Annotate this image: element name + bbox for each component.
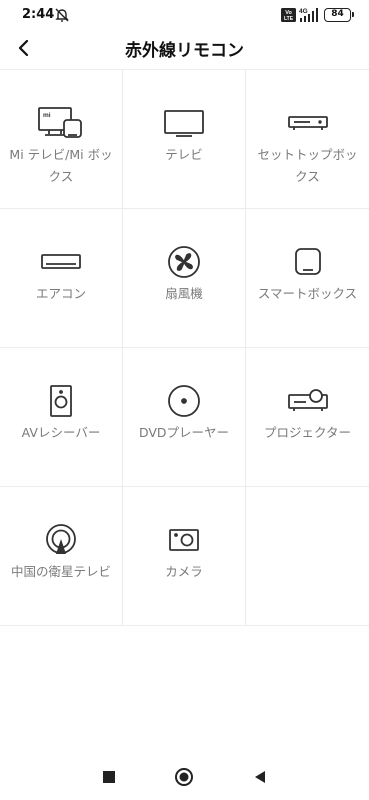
- status-icons: Vo LTE 4G 84: [281, 7, 354, 23]
- device-label: DVDプレーヤー: [138, 425, 230, 440]
- device-tile-set-top-box[interactable]: セットトップボックス: [246, 70, 369, 209]
- tv-icon: [123, 106, 245, 140]
- page-title: 赤外線リモコン: [125, 41, 244, 61]
- device-label: プロジェクター: [263, 425, 351, 440]
- mute-icon: [54, 7, 70, 23]
- recents-square-icon: [103, 771, 115, 783]
- device-tile-smart-box[interactable]: スマートボックス: [246, 209, 369, 348]
- device-label: スマートボックス: [257, 286, 358, 301]
- svg-text:4G: 4G: [299, 8, 308, 15]
- battery-icon: 84: [324, 8, 354, 22]
- app-header: 赤外線リモコン: [0, 30, 369, 66]
- device-label: エアコン: [35, 286, 86, 301]
- device-tile-tv[interactable]: テレビ: [123, 70, 246, 209]
- recents-button[interactable]: [96, 766, 122, 788]
- status-time: 2:44: [22, 7, 55, 22]
- speaker-icon: [0, 384, 122, 418]
- empty-tile: [246, 487, 369, 626]
- home-button[interactable]: [171, 766, 197, 788]
- set-top-box-icon: [246, 106, 369, 140]
- dvd-icon: [123, 384, 245, 418]
- device-tile-dvd-player[interactable]: DVDプレーヤー: [123, 348, 246, 487]
- satellite-tv-icon: [0, 523, 122, 557]
- device-tile-camera[interactable]: カメラ: [123, 487, 246, 626]
- volte-icon: Vo LTE: [281, 8, 296, 22]
- device-label: Mi テレビ/Mi ボックス: [9, 147, 113, 184]
- device-tile-satellite-tv[interactable]: 中国の衛星テレビ: [0, 487, 123, 626]
- smart-box-icon: [246, 245, 369, 279]
- signal-icon: 4G: [299, 8, 318, 22]
- projector-icon: [246, 384, 369, 418]
- svg-text:LTE: LTE: [284, 16, 294, 22]
- device-tile-projector[interactable]: プロジェクター: [246, 348, 369, 487]
- device-label: テレビ: [165, 147, 203, 162]
- camera-icon: [123, 523, 245, 557]
- device-label: 中国の衛星テレビ: [10, 564, 111, 579]
- device-label: 扇風機: [165, 286, 203, 301]
- nav-back-button[interactable]: [247, 766, 273, 788]
- air-conditioner-icon: [0, 245, 122, 279]
- device-label: カメラ: [165, 564, 203, 579]
- device-tile-air-conditioner[interactable]: エアコン: [0, 209, 123, 348]
- device-tile-fan[interactable]: 扇風機: [123, 209, 246, 348]
- system-nav-bar: [0, 756, 369, 800]
- mi-tv-box-icon: mi: [0, 106, 122, 140]
- device-label: AVレシーバー: [21, 425, 101, 440]
- device-tile-av-receiver[interactable]: AVレシーバー: [0, 348, 123, 487]
- svg-text:mi: mi: [43, 112, 51, 119]
- fan-icon: [123, 245, 245, 279]
- home-circle-icon: [175, 768, 193, 786]
- device-grid: mi Mi テレビ/Mi ボックス テレビ セットトップボックス エアコン 扇風…: [0, 69, 369, 626]
- back-triangle-icon: [255, 771, 265, 783]
- device-tile-mi-tv-box[interactable]: mi Mi テレビ/Mi ボックス: [0, 70, 123, 209]
- status-bar: 2:44 Vo LTE 4G 84: [0, 0, 369, 30]
- device-label: セットトップボックス: [257, 147, 358, 184]
